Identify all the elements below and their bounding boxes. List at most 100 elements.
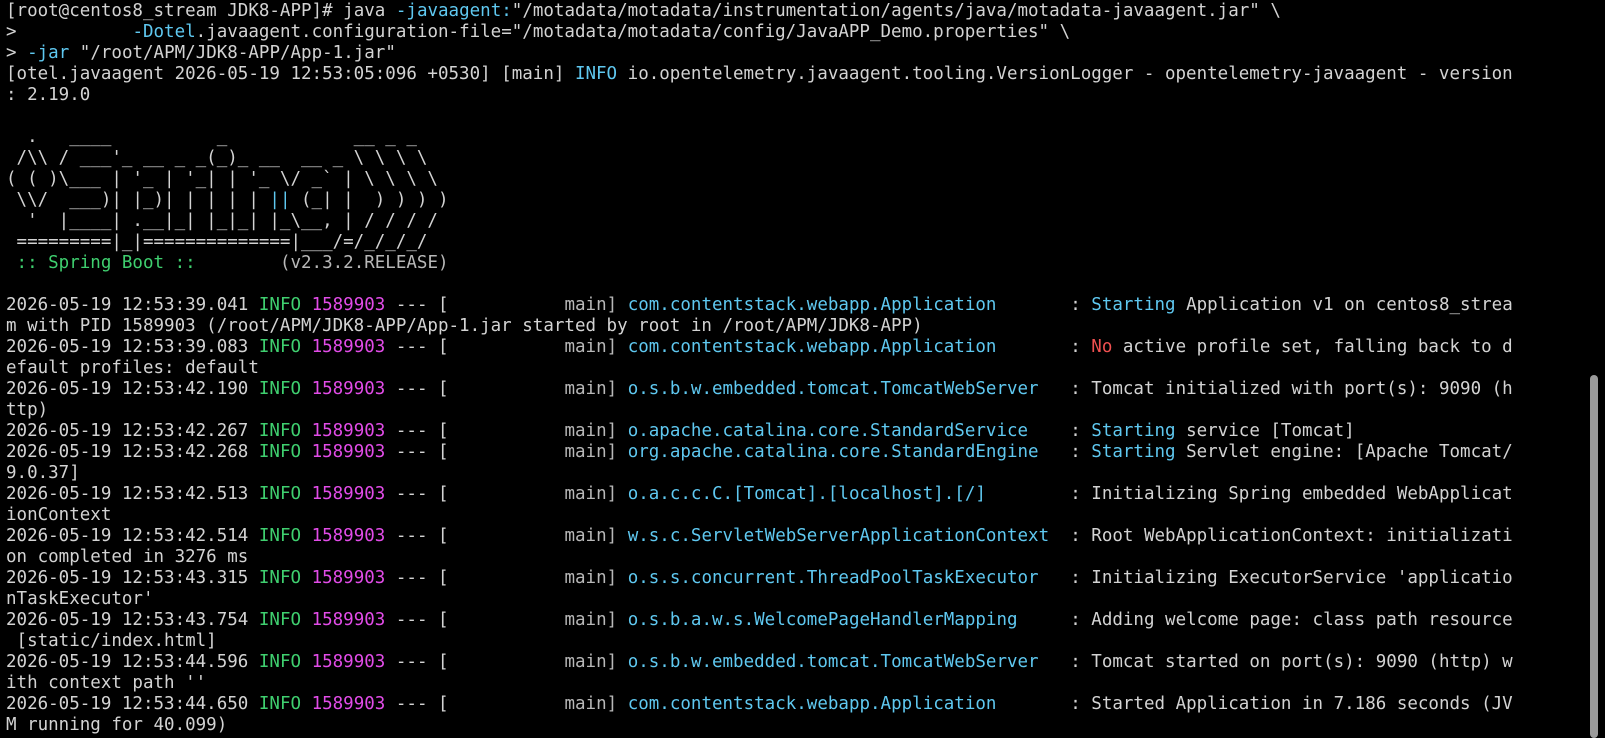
log-level: INFO	[258, 652, 302, 672]
banner-line-3: ( ( )\___ | '_ | '_| | '_ \/ _` | \ \ \ …	[6, 169, 438, 189]
javaagent-option: -javaagent:	[395, 1, 512, 21]
command-line-3: > -jar "/root/APM/JDK8-APP/App-1.jar"	[6, 43, 1582, 64]
log-thread: main]	[448, 568, 618, 588]
log-pid: 1589903	[311, 421, 386, 441]
log-colon: :	[1059, 610, 1092, 630]
log-line: 2026-05-19 12:53:42.514 INFO 1589903 ---…	[6, 526, 1582, 547]
terminal-window[interactable]: [root@centos8_stream JDK8-APP]# java -ja…	[0, 0, 1605, 738]
log-logger: o.s.b.a.w.s.WelcomePageHandlerMapping	[627, 610, 1060, 630]
log-message: Application v1 on centos8_strea	[1175, 295, 1513, 315]
log-colon: :	[1059, 568, 1092, 588]
log-message: Initializing ExecutorService 'applicatio	[1091, 568, 1513, 588]
banner-line-4-part-c: (_| | ) ) ) )	[290, 190, 449, 210]
log-level: INFO	[258, 379, 302, 399]
log-timestamp: 2026-05-19 12:53:42.514	[6, 526, 249, 546]
jar-option: -jar	[27, 43, 70, 63]
log-logger: com.contentstack.webapp.Application	[627, 337, 1060, 357]
log-pid: 1589903	[311, 484, 386, 504]
command-java: java	[343, 1, 386, 21]
log-logger: w.s.c.ServletWebServerApplicationContext	[627, 526, 1060, 546]
spring-boot-version-line: :: Spring Boot :: (v2.3.2.RELEASE)	[6, 253, 1582, 274]
log-line: 2026-05-19 12:53:42.267 INFO 1589903 ---…	[6, 421, 1582, 442]
banner-line-1: . ____ _ __ _ _	[6, 127, 417, 147]
jar-path: "/root/APM/JDK8-APP/App-1.jar"	[79, 43, 396, 63]
log-colon: :	[1059, 484, 1092, 504]
log-highlight: No	[1091, 337, 1113, 357]
log-timestamp: 2026-05-19 12:53:42.513	[6, 484, 249, 504]
log-level: INFO	[258, 421, 302, 441]
terminal-output: [root@centos8_stream JDK8-APP]# java -ja…	[6, 1, 1582, 736]
dotel-option: -Dotel	[132, 22, 196, 42]
log-line: 2026-05-19 12:53:42.513 INFO 1589903 ---…	[6, 484, 1582, 505]
log-timestamp: 2026-05-19 12:53:42.268	[6, 442, 249, 462]
log-highlight: Starting	[1091, 295, 1176, 315]
log-level: INFO	[258, 526, 302, 546]
log-logger: o.a.c.c.C.[Tomcat].[localhost].[/]	[627, 484, 1060, 504]
log-timestamp: 2026-05-19 12:53:42.267	[6, 421, 249, 441]
banner-line-4: \\/ ___)| |_)| | | | | || (_| | ) ) ) )	[6, 190, 1582, 211]
log-level: INFO	[258, 484, 302, 504]
banner-line-6: =========|_|==============|___/=/_/_/_/	[6, 232, 428, 252]
log-line: 2026-05-19 12:53:44.596 INFO 1589903 ---…	[6, 652, 1582, 673]
shell-prompt: [root@centos8_stream JDK8-APP]#	[6, 1, 333, 21]
log-pid: 1589903	[311, 568, 386, 588]
javaagent-path: "/motadata/motadata/instrumentation/agen…	[511, 1, 1260, 21]
log-line: 2026-05-19 12:53:43.315 INFO 1589903 ---…	[6, 568, 1582, 589]
log-colon: :	[1059, 694, 1092, 714]
log-message: service [Tomcat]	[1175, 421, 1355, 441]
banner-line-4-part-a: \\/ ___)| |_)| | | | |	[6, 190, 270, 210]
log-separator: --- [	[385, 421, 449, 441]
log-message: Servlet engine: [Apache Tomcat/	[1175, 442, 1513, 462]
log-separator: --- [	[385, 379, 449, 399]
log-colon: :	[1059, 379, 1092, 399]
spring-banner: . ____ _ __ _ _ /\\ / ___'_ __ _ _(_)_ _…	[6, 127, 1582, 274]
spring-boot-label: :: Spring Boot ::	[6, 253, 207, 273]
log-logger: o.s.b.w.embedded.tomcat.TomcatWebServer	[627, 379, 1060, 399]
scrollbar-thumb[interactable]	[1590, 375, 1598, 738]
log-separator: --- [	[385, 295, 449, 315]
banner-line-4-part-b: ||	[269, 190, 291, 210]
log-level: INFO	[258, 337, 302, 357]
otel-version: : 2.19.0	[6, 85, 91, 105]
log-line: 2026-05-19 12:53:42.268 INFO 1589903 ---…	[6, 442, 1582, 463]
log-line-wrap: [static/index.html]	[6, 631, 217, 651]
log-separator: --- [	[385, 484, 449, 504]
log-logger: o.s.s.concurrent.ThreadPoolTaskExecutor	[627, 568, 1060, 588]
log-message: Initializing Spring embedded WebApplicat	[1091, 484, 1513, 504]
log-line: 2026-05-19 12:53:43.754 INFO 1589903 ---…	[6, 610, 1582, 631]
log-logger: o.apache.catalina.core.StandardService	[627, 421, 1060, 441]
log-separator: --- [	[385, 337, 449, 357]
log-message: Tomcat initialized with port(s): 9090 (h	[1091, 379, 1513, 399]
log-line-wrap: ionContext	[6, 505, 112, 525]
log-colon: :	[1059, 421, 1092, 441]
log-pid: 1589903	[311, 295, 386, 315]
otel-message: io.opentelemetry.javaagent.tooling.Versi…	[627, 64, 1513, 84]
log-thread: main]	[448, 442, 618, 462]
log-separator: --- [	[385, 442, 449, 462]
otel-log-line: [otel.javaagent 2026-05-19 12:53:05:096 …	[6, 64, 1582, 85]
log-pid: 1589903	[311, 526, 386, 546]
log-thread: main]	[448, 421, 618, 441]
log-thread: main]	[448, 652, 618, 672]
log-logger: org.apache.catalina.core.StandardEngine	[627, 442, 1060, 462]
vertical-scrollbar[interactable]	[1583, 0, 1605, 738]
command-line-2: > -Dotel.javaagent.configuration-file="/…	[6, 22, 1582, 43]
log-level: INFO	[258, 568, 302, 588]
log-colon: :	[1059, 337, 1092, 357]
otel-prefix: [otel.javaagent 2026-05-19 12:53:05:096 …	[6, 64, 565, 84]
log-message: Tomcat started on port(s): 9090 (http) w	[1091, 652, 1513, 672]
log-colon: :	[1059, 652, 1092, 672]
log-thread: main]	[448, 484, 618, 504]
banner-line-5: ' |____| .__|_| |_|_| |_\__, | / / / /	[6, 211, 438, 231]
log-message: Started Application in 7.186 seconds (JV	[1091, 694, 1513, 714]
log-line-wrap: 9.0.37]	[6, 463, 80, 483]
log-line: 2026-05-19 12:53:44.650 INFO 1589903 ---…	[6, 694, 1582, 715]
log-entries: 2026-05-19 12:53:39.041 INFO 1589903 ---…	[6, 295, 1582, 736]
continuation-prompt: >	[6, 43, 17, 63]
log-line-wrap: M running for 40.099)	[6, 715, 228, 735]
log-level: INFO	[258, 610, 302, 630]
log-level: INFO	[258, 442, 302, 462]
log-timestamp: 2026-05-19 12:53:43.754	[6, 610, 249, 630]
